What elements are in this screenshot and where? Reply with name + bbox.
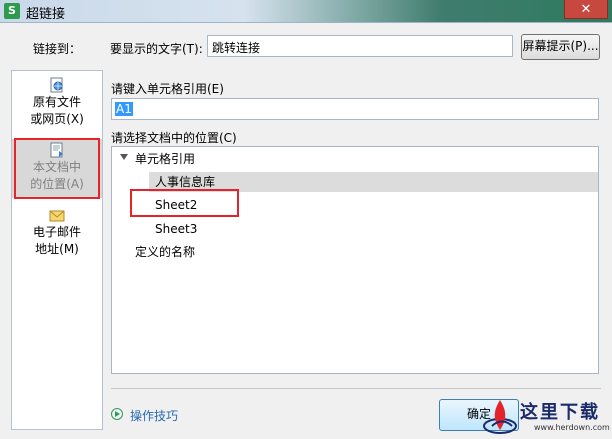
link-to-sidebar: 原有文件 或网页(X) 本文档中 的位置(A) 电子邮件 地址(M) [11,70,103,430]
sidebar-item-label: 地址(M) [35,242,79,256]
watermark: 这里下载 www.herdown.com [482,396,610,438]
cell-ref-label: 请键入单元格引用(E) [111,82,224,96]
divider [111,388,601,389]
tree-node-cell-ref[interactable]: 单元格引用 [112,149,598,169]
sidebar-item-email[interactable]: 电子邮件 地址(M) [12,207,102,258]
sidebar-item-label: 电子邮件 [32,225,81,239]
watermark-url: www.herdown.com [534,423,610,432]
cell-ref-input[interactable]: A1 [111,98,599,120]
link-to-label: 链接到： [33,42,82,56]
watermark-title: 这里下载 [520,402,600,423]
window-title: 超链接 [26,7,66,22]
email-icon [49,210,65,222]
screentip-button[interactable]: 屏幕提示(P)... [521,34,600,60]
close-button[interactable]: ✕ [564,0,608,19]
display-text-input[interactable]: 跳转连接 [207,35,513,57]
file-web-icon [50,77,63,93]
tips-link[interactable]: 操作技巧 [130,407,178,424]
sidebar-item-label: 或网页(X) [30,112,84,126]
tree-node-defined-names[interactable]: 定义的名称 [135,242,195,262]
title-bar: S 超链接 ✕ [0,0,612,23]
annotation-highlight-box [14,138,100,199]
display-text-label: 要显示的文字(T): [110,42,203,56]
tree-node-label: 定义的名称 [135,245,196,259]
document-place-tree: 单元格引用 人事信息库 Sheet2 Sheet3 定义的名称 [111,146,599,374]
tree-node-label: Sheet3 [155,222,198,236]
play-icon[interactable] [111,408,123,420]
sidebar-item-existing-file[interactable]: 原有文件 或网页(X) [12,77,102,128]
tree-node-sheet[interactable]: Sheet3 [155,219,197,239]
tree-node-label: 单元格引用 [135,152,196,166]
watermark-logo-icon [483,400,517,434]
annotation-highlight-box [130,189,239,217]
sidebar-item-label: 原有文件 [32,95,81,109]
collapse-arrow-icon[interactable] [120,154,128,160]
app-icon: S [4,3,20,19]
cell-ref-value: A1 [115,102,133,116]
place-label: 请选择文档中的位置(C) [111,131,237,145]
